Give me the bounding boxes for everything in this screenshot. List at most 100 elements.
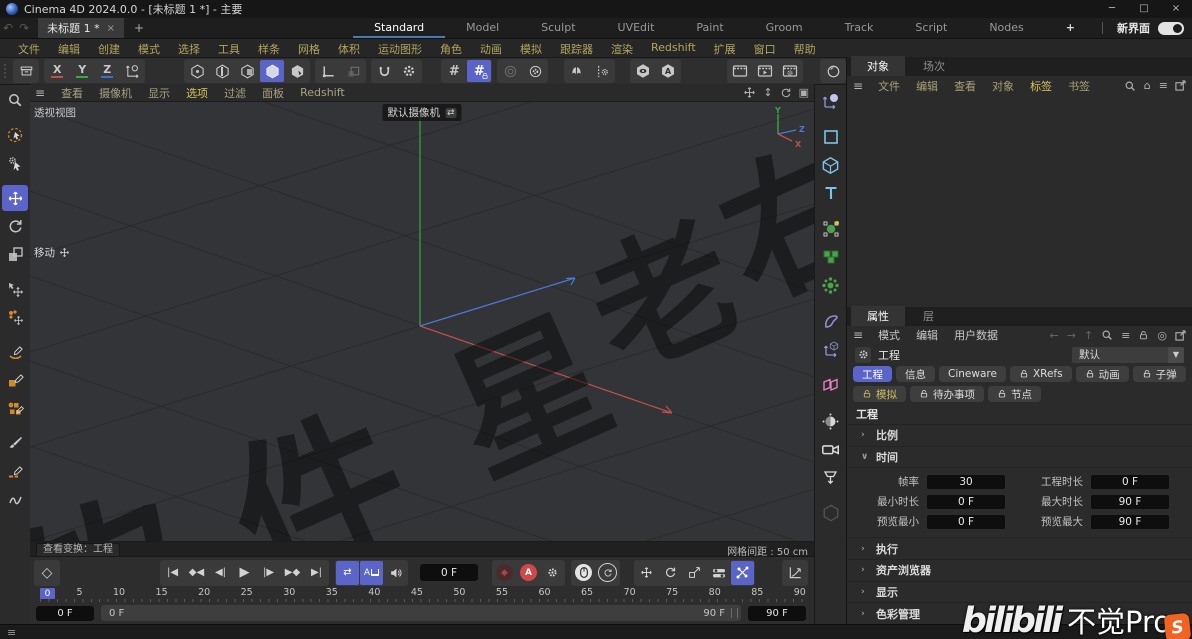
min-time-field[interactable]: 0 F (927, 494, 1005, 509)
points-mode-button[interactable] (185, 60, 209, 82)
undo-icon[interactable]: ↶ (3, 21, 13, 35)
timeline-playhead[interactable]: 0 (40, 588, 55, 599)
axis-modifier-button[interactable] (818, 336, 844, 362)
category-todo-button[interactable]: 待办事项 (910, 386, 984, 403)
menu-item[interactable]: 窗口 (745, 41, 785, 57)
om-menu-item[interactable]: 标签 (1023, 78, 1059, 94)
goto-start-button[interactable]: |◀ (161, 561, 184, 585)
primitive-cube-button[interactable] (818, 152, 844, 178)
symmetry-button[interactable] (565, 60, 589, 82)
menu-item[interactable]: 运动图形 (369, 41, 431, 57)
grid-snap-button[interactable]: # (442, 60, 466, 82)
category-cineware-button[interactable]: Cineware (939, 366, 1006, 383)
key-rotation-button[interactable] (659, 561, 682, 585)
render-picture-viewer-button[interactable] (753, 60, 777, 82)
layout-tab[interactable]: Model (445, 19, 520, 38)
snap-magnet-button[interactable] (372, 60, 396, 82)
next-key-button[interactable]: ▶◆ (281, 561, 304, 585)
toolbar-drag-handle[interactable] (3, 63, 9, 79)
menu-item[interactable]: 编辑 (49, 41, 89, 57)
null-object-button[interactable] (818, 88, 844, 114)
tab-attributes[interactable]: 属性 (851, 306, 905, 327)
layout-tab[interactable]: Nodes (968, 19, 1044, 38)
field-effector-button[interactable] (818, 272, 844, 298)
om-menu-item[interactable]: 查看 (947, 78, 983, 94)
category-simulation-button[interactable]: 模拟 (853, 386, 906, 403)
filter-icon[interactable]: ≡ (1121, 329, 1130, 342)
menu-item[interactable]: Redshift (642, 41, 705, 57)
status-hamburger-icon[interactable]: ≡ (7, 626, 16, 639)
solo-eye-button[interactable] (631, 60, 655, 82)
sound-button[interactable] (384, 561, 407, 585)
transform-tool[interactable] (2, 276, 28, 302)
search-icon[interactable] (1124, 80, 1136, 92)
edges-mode-button[interactable] (210, 60, 234, 82)
text-object-button[interactable] (818, 180, 844, 206)
range-slider-grip[interactable] (731, 608, 738, 618)
viewport-menu-item[interactable]: 查看 (53, 85, 91, 101)
texture-mode-button[interactable] (285, 60, 309, 82)
snap-settings-button[interactable] (397, 60, 421, 82)
target-circle-button[interactable] (498, 60, 522, 82)
redo-icon[interactable]: ↷ (19, 21, 29, 35)
am-menu-item[interactable]: 用户数据 (947, 327, 1005, 343)
export-icon[interactable] (1175, 330, 1186, 341)
tab-objects[interactable]: 对象 (851, 56, 905, 76)
minimize-button[interactable]: ─ (1096, 0, 1128, 18)
move-tool[interactable] (2, 185, 28, 211)
om-hamburger-icon[interactable]: ≡ (853, 79, 863, 93)
next-frame-button[interactable]: |▶ (257, 561, 280, 585)
key-rotate-button[interactable] (596, 561, 619, 585)
viewport-menu-item[interactable]: 过滤 (216, 85, 254, 101)
menu-item[interactable]: 扩展 (705, 41, 745, 57)
workplane-button[interactable] (341, 60, 365, 82)
render-settings-button[interactable] (778, 60, 802, 82)
find-tool-icon[interactable] (2, 87, 28, 113)
multi-transform-tool[interactable] (2, 304, 28, 330)
menu-item[interactable]: 创建 (89, 41, 129, 57)
menu-item[interactable]: 帮助 (785, 41, 825, 57)
live-selection-tool[interactable] (2, 122, 28, 148)
om-menu-item[interactable]: 编辑 (909, 78, 945, 94)
viewport-menu-item[interactable]: Redshift (292, 86, 353, 99)
layout-tab[interactable]: Paint (675, 19, 744, 38)
menu-item[interactable]: 文件 (9, 41, 49, 57)
om-menu-item[interactable]: 对象 (985, 78, 1021, 94)
viewport-menu-item[interactable]: 选项 (178, 85, 216, 101)
key-mouse-button[interactable] (572, 561, 595, 585)
prev-frame-button[interactable]: ◀| (209, 561, 232, 585)
target-icon[interactable]: ◎ (1157, 329, 1167, 342)
nav-back-icon[interactable]: ← (1050, 329, 1059, 342)
section-runtime[interactable]: › 执行 (847, 538, 1192, 561)
viewport-menu-item[interactable]: 摄像机 (91, 85, 140, 101)
array-cubes-button[interactable] (818, 244, 844, 270)
environment-button[interactable] (818, 408, 844, 434)
viewport-hamburger-icon[interactable]: ≡ (35, 86, 45, 100)
lock-icon[interactable] (1138, 330, 1149, 341)
key-parameters-button[interactable] (707, 561, 730, 585)
layout-tab[interactable]: Sculpt (520, 19, 596, 38)
tab-layers[interactable]: 层 (907, 306, 950, 326)
autokey-button[interactable]: A (517, 561, 540, 585)
menu-item[interactable]: 跟踪器 (551, 41, 602, 57)
layout-tab[interactable]: Standard (353, 19, 446, 38)
model-mode-button[interactable] (260, 60, 285, 82)
spline-rectangle-button[interactable] (818, 124, 844, 150)
category-nodes-button[interactable]: 节点 (988, 386, 1041, 403)
am-menu-item[interactable]: 模式 (871, 327, 907, 343)
menu-item[interactable]: 动画 (471, 41, 511, 57)
pan-view-icon[interactable] (743, 86, 756, 99)
menu-item[interactable]: 样条 (249, 41, 289, 57)
generator-button[interactable] (818, 216, 844, 242)
line-pen-tool[interactable] (2, 458, 28, 484)
play-button[interactable]: ▶ (233, 561, 256, 585)
coordinate-system-button[interactable] (120, 60, 144, 82)
section-scale[interactable]: › 比例 (847, 425, 1192, 447)
rotate-tool[interactable] (2, 213, 28, 239)
viewport-menu-item[interactable]: 面板 (254, 85, 292, 101)
goto-end-button[interactable]: ▶| (305, 561, 328, 585)
project-duration-field[interactable]: 0 F (1091, 474, 1169, 489)
layout-tab[interactable]: Script (894, 19, 968, 38)
key-position-button[interactable] (635, 561, 658, 585)
material-ball-button[interactable] (821, 60, 845, 82)
